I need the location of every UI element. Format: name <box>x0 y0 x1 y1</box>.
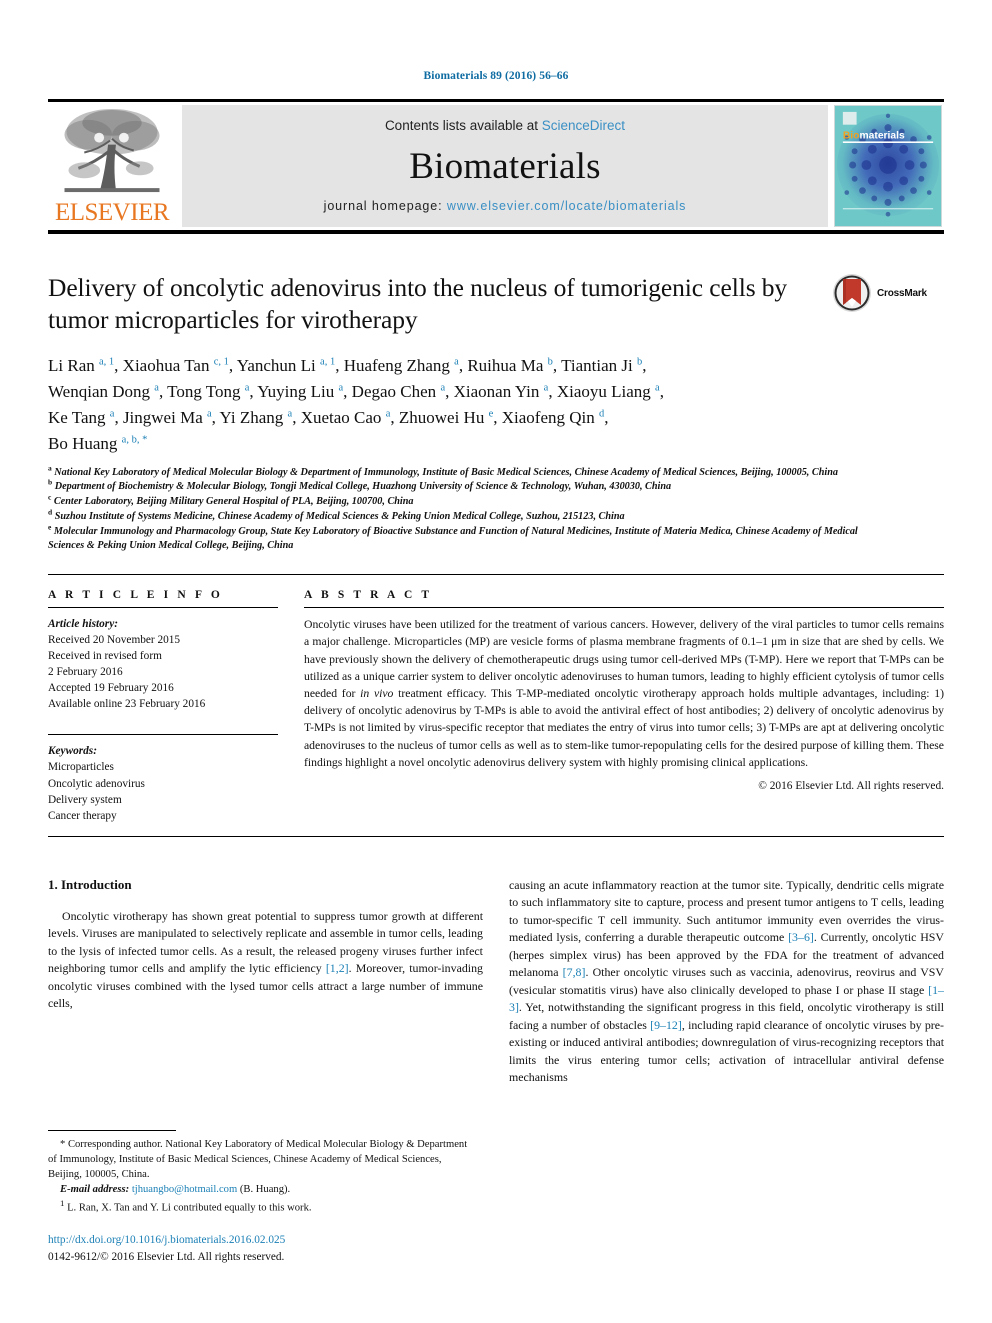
email-note: E-mail address: tjhuangbo@hotmail.com (B… <box>48 1182 478 1197</box>
info-band-top-rule <box>48 574 944 576</box>
section-title-introduction: 1. Introduction <box>48 876 132 892</box>
article-info-heading: A R T I C L E I N F O <box>48 589 223 602</box>
body-columns: 1. Introduction Oncolytic virotherapy ha… <box>48 877 944 1087</box>
abstract-rule <box>304 607 944 609</box>
doi-block: http://dx.doi.org/10.1016/j.biomaterials… <box>48 1232 478 1265</box>
contents-available-line: Contents lists available at ScienceDirec… <box>385 118 625 133</box>
elsevier-wordmark: ELSEVIER <box>54 199 170 226</box>
journal-homepage-line: journal homepage: www.elsevier.com/locat… <box>324 199 687 213</box>
introduction-left-text: Oncolytic virotherapy has shown great po… <box>48 908 483 1013</box>
abstract-heading: A B S T R A C T <box>304 589 433 602</box>
crossmark-badge[interactable]: CrossMark <box>832 272 944 314</box>
affiliation-c: c Center Laboratory, Beijing Military Ge… <box>48 492 414 508</box>
homepage-prefix-text: journal homepage: <box>323 199 447 213</box>
keyword-item: Cancer therapy <box>48 809 117 822</box>
email-suffix: (B. Huang). <box>239 1183 291 1195</box>
affiliation-list: a National Key Laboratory of Medical Mol… <box>48 463 878 555</box>
journal-cover-thumbnail: Bio materials <box>834 105 944 227</box>
article-info-column: A R T I C L E I N F O Article history: R… <box>48 589 304 823</box>
contents-prefix-text: Contents lists available at <box>384 118 542 133</box>
article-title: Delivery of oncolytic adenovirus into th… <box>48 273 788 335</box>
elsevier-logo: ELSEVIER <box>48 105 176 227</box>
masthead-center-block: Contents lists available at ScienceDirec… <box>182 105 828 227</box>
affiliation-e: e Molecular Immunology and Pharmacology … <box>48 522 858 552</box>
keyword-item: Oncolytic adenovirus <box>48 777 145 790</box>
author-line-4: Bo Huang a, b, * <box>48 433 148 453</box>
sciencedirect-link[interactable]: ScienceDirect <box>542 118 625 133</box>
crossmark-icon <box>833 274 871 312</box>
paragraph: Oncolytic virotherapy has shown great po… <box>48 908 483 1011</box>
affiliation-d: d Suzhou Institute of Systems Medicine, … <box>48 507 625 522</box>
keywords-rule <box>48 734 278 736</box>
corresponding-author-note: * Corresponding author. National Key Lab… <box>48 1138 468 1180</box>
history-item-revised-label: Received in revised form <box>48 650 162 663</box>
article-history-label: Article history: <box>48 618 118 631</box>
author-list: Li Ran a, 1, Xiaohua Tan c, 1, Yanchun L… <box>48 353 838 456</box>
history-item-accepted: Accepted 19 February 2016 <box>48 682 174 695</box>
journal-title: Biomaterials <box>409 145 601 187</box>
running-head: Biomaterials 89 (2016) 56–66 <box>423 70 569 82</box>
body-column-right: causing an acute inflammatory reaction a… <box>509 877 944 1087</box>
footnote-area: * Corresponding author. National Key Lab… <box>48 1129 478 1265</box>
equal-contribution-note: 1 L. Ran, X. Tan and Y. Li contributed e… <box>60 1197 312 1214</box>
article-info-rule <box>48 607 278 609</box>
body-column-left: 1. Introduction Oncolytic virotherapy ha… <box>48 877 483 1087</box>
article-history-block: Article history: Received 20 November 20… <box>48 616 278 712</box>
email-link[interactable]: tjhuangbo@hotmail.com <box>132 1184 237 1195</box>
paragraph: causing an acute inflammatory reaction a… <box>509 877 944 1085</box>
keyword-item: Delivery system <box>48 793 122 806</box>
info-band-bottom-rule <box>48 835 944 837</box>
author-line-3: Ke Tang a, Jingwei Ma a, Yi Zhang a, Xue… <box>48 407 609 427</box>
affiliation-a: a National Key Laboratory of Medical Mol… <box>48 463 838 478</box>
crossmark-label: CrossMark <box>877 287 927 299</box>
svg-text:Bio: Bio <box>843 130 860 141</box>
svg-text:materials: materials <box>860 130 905 141</box>
journal-article-page: Biomaterials 89 (2016) 56–66 ELSEVIER Co… <box>0 0 992 1323</box>
title-block: Delivery of oncolytic adenovirus into th… <box>48 272 944 336</box>
abstract-body: Oncolytic viruses have been utilized for… <box>304 618 944 769</box>
introduction-right-text: causing an acute inflammatory reaction a… <box>509 877 944 1087</box>
keywords-label: Keywords: <box>48 745 97 758</box>
masthead-bottom-rule <box>48 230 944 234</box>
footnote-block: * Corresponding author. National Key Lab… <box>48 1137 478 1216</box>
info-abstract-band: A R T I C L E I N F O Article history: R… <box>48 589 944 823</box>
journal-cover-image: Bio materials <box>834 105 942 227</box>
abstract-copyright: © 2016 Elsevier Ltd. All rights reserved… <box>758 780 944 793</box>
journal-masthead: ELSEVIER Contents lists available at Sci… <box>48 99 944 234</box>
history-item-online: Available online 23 February 2016 <box>48 698 206 711</box>
author-line-1: Li Ran a, 1, Xiaohua Tan c, 1, Yanchun L… <box>48 356 647 376</box>
issn-copyright-line: 0142-9612/© 2016 Elsevier Ltd. All right… <box>48 1250 285 1263</box>
author-line-2: Wenqian Dong a, Tong Tong a, Yuying Liu … <box>48 382 664 402</box>
elsevier-tree-icon <box>64 108 160 193</box>
abstract-column: A B S T R A C T Oncolytic viruses have b… <box>304 589 944 823</box>
keywords-block: Keywords: Microparticles Oncolytic adeno… <box>48 743 278 823</box>
history-item-received: Received 20 November 2015 <box>48 634 181 647</box>
masthead-top-rule <box>48 99 944 102</box>
footnote-rule <box>48 1129 176 1131</box>
keyword-item: Microparticles <box>48 761 114 774</box>
doi-link[interactable]: http://dx.doi.org/10.1016/j.biomaterials… <box>48 1232 478 1248</box>
history-item-revised-date: 2 February 2016 <box>48 666 123 679</box>
email-label: E-mail address: <box>60 1183 130 1195</box>
journal-homepage-link[interactable]: www.elsevier.com/locate/biomaterials <box>447 199 686 213</box>
affiliation-b: b Department of Biochemistry & Molecular… <box>48 477 672 493</box>
